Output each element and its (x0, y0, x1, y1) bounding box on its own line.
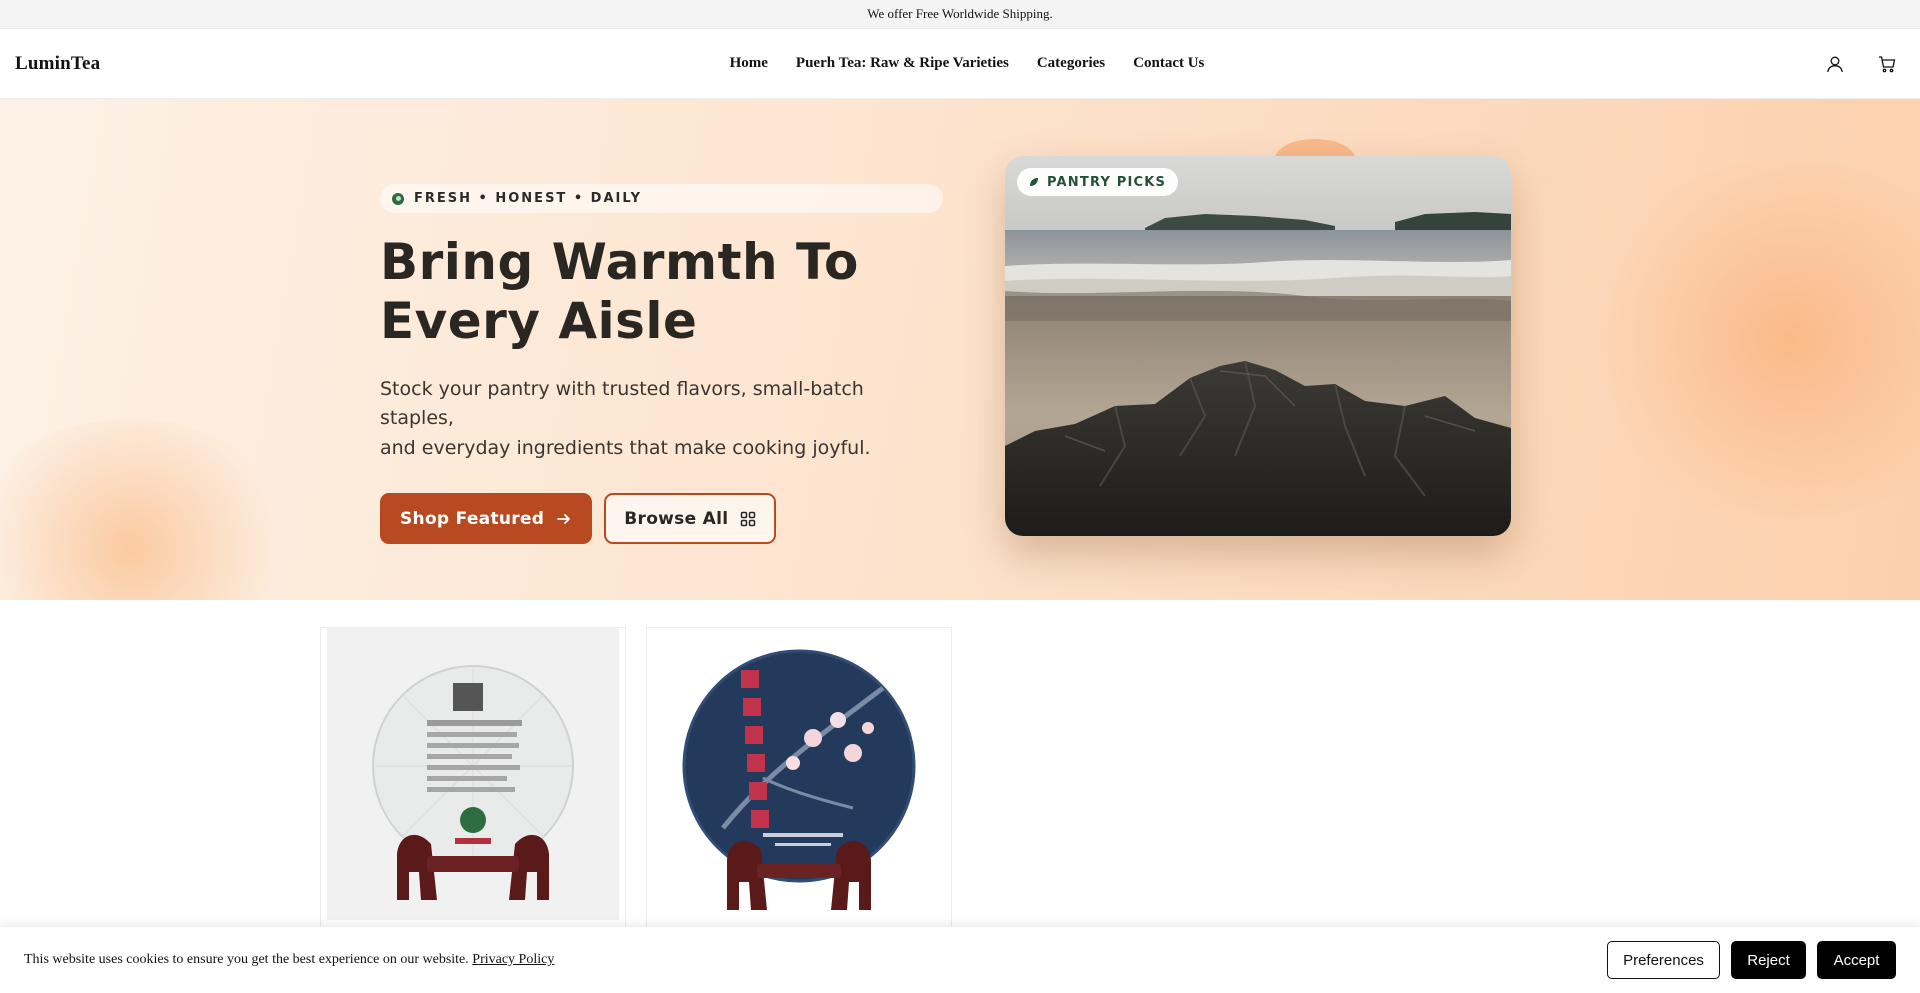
hero-eyebrow: FRESH • HONEST • DAILY (380, 184, 943, 213)
cookie-banner: This website uses cookies to ensure you … (0, 927, 1920, 993)
reject-button[interactable]: Reject (1731, 941, 1806, 979)
hero-eyebrow-text: FRESH • HONEST • DAILY (414, 191, 643, 206)
nav-categories[interactable]: Categories (1037, 55, 1105, 72)
hero-cta-group: Shop Featured Browse All (380, 493, 943, 545)
beach-rocks-image (1005, 156, 1511, 536)
hero-description-line-2: and everyday ingredients that make cooki… (380, 436, 871, 459)
nav-puerh-tea[interactable]: Puerh Tea: Raw & Ripe Varieties (796, 55, 1009, 72)
grid-icon (741, 511, 756, 527)
leaf-icon (1030, 178, 1038, 186)
preferences-button[interactable]: Preferences (1607, 941, 1720, 979)
site-logo[interactable]: LuminTea (15, 53, 100, 75)
product-grid (320, 627, 952, 947)
browse-all-label: Browse All (624, 508, 729, 529)
main-nav: Home Puerh Tea: Raw & Ripe Varieties Cat… (0, 55, 1920, 72)
product-image (653, 628, 945, 920)
privacy-policy-link[interactable]: Privacy Policy (472, 952, 554, 967)
hero-content: FRESH • HONEST • DAILY Bring Warmth To E… (380, 184, 943, 545)
hero-section: FRESH • HONEST • DAILY Bring Warmth To E… (0, 99, 1920, 600)
hero-title-line-2: Every Aisle (380, 292, 698, 350)
arrow-right-icon (557, 513, 571, 524)
decorative-blob (0, 419, 300, 600)
announcement-bar: We offer Free Worldwide Shipping. (0, 0, 1920, 29)
cookie-text: This website uses cookies to ensure you … (24, 952, 469, 967)
nav-contact-us[interactable]: Contact Us (1133, 55, 1204, 72)
product-card[interactable] (320, 627, 626, 947)
header-icons (1824, 53, 1898, 75)
cart-icon[interactable] (1876, 53, 1898, 75)
hero-image-card: PANTRY PICKS (1005, 156, 1511, 536)
cookie-message: This website uses cookies to ensure you … (24, 952, 554, 968)
site-header: LuminTea Home Puerh Tea: Raw & Ripe Vari… (0, 29, 1920, 99)
shop-featured-button[interactable]: Shop Featured (380, 493, 593, 545)
hero-title: Bring Warmth To Every Aisle (380, 233, 943, 351)
announcement-text: We offer Free Worldwide Shipping. (867, 6, 1053, 21)
accept-button[interactable]: Accept (1817, 941, 1896, 979)
product-image (327, 628, 619, 920)
cookie-actions: Preferences Reject Accept (1607, 941, 1896, 979)
hero-description: Stock your pantry with trusted flavors, … (380, 375, 943, 463)
browse-all-button[interactable]: Browse All (604, 493, 777, 545)
badge-text: PANTRY PICKS (1047, 174, 1167, 190)
hero-title-line-1: Bring Warmth To (380, 233, 859, 291)
nav-home[interactable]: Home (730, 55, 768, 72)
leaf-dot-icon (392, 192, 404, 205)
pantry-picks-badge: PANTRY PICKS (1017, 168, 1179, 196)
hero-description-line-1: Stock your pantry with trusted flavors, … (380, 378, 864, 430)
shop-featured-label: Shop Featured (400, 508, 545, 529)
decorative-blob (1580, 159, 1920, 519)
account-icon[interactable] (1824, 53, 1846, 75)
product-card[interactable] (646, 627, 952, 947)
